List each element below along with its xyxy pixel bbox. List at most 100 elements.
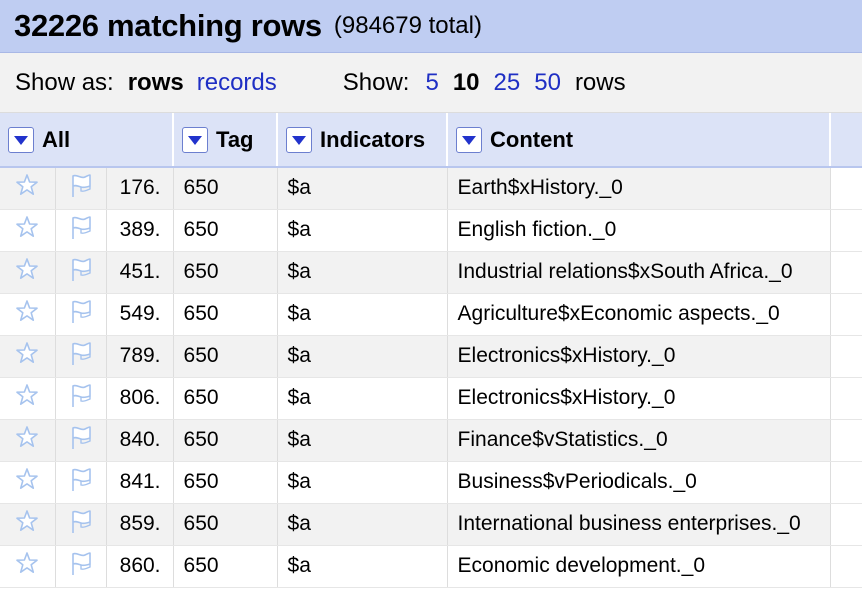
- star-icon[interactable]: [15, 341, 39, 371]
- star-icon[interactable]: [15, 425, 39, 455]
- page-size-50[interactable]: 50: [534, 69, 561, 97]
- content-cell: Agriculture$xEconomic aspects._0: [447, 293, 831, 336]
- flag-icon[interactable]: [68, 255, 94, 289]
- page-size-25[interactable]: 25: [494, 69, 521, 97]
- flag-icon[interactable]: [68, 549, 94, 583]
- flag-cell: [55, 503, 107, 546]
- tag-cell: 650: [173, 503, 278, 546]
- flag-icon[interactable]: [68, 213, 94, 247]
- row-spacer: [830, 293, 862, 336]
- mode-rows-option: rows: [127, 68, 184, 96]
- flag-icon[interactable]: [68, 381, 94, 415]
- star-cell: [0, 167, 56, 210]
- flag-cell: [55, 293, 107, 336]
- flag-icon[interactable]: [68, 297, 94, 331]
- table-row: 451. 650 $a Industrial relations$xSouth …: [0, 251, 862, 294]
- star-icon[interactable]: [15, 551, 39, 581]
- row-spacer: [830, 209, 862, 252]
- row-number: 840.: [106, 419, 174, 462]
- column-header-all: All: [0, 113, 175, 168]
- indicators-cell: $a: [277, 209, 448, 252]
- flag-icon[interactable]: [68, 423, 94, 457]
- show-label: Show:: [342, 68, 410, 96]
- column-label-indicators: Indicators: [320, 127, 426, 153]
- indicators-cell: $a: [277, 503, 448, 546]
- column-label-all: All: [42, 127, 71, 153]
- star-cell: [0, 461, 56, 504]
- content-cell: English fiction._0: [447, 209, 831, 252]
- row-spacer: [830, 335, 862, 378]
- indicators-cell: $a: [277, 293, 448, 336]
- content-cell: Finance$vStatistics._0: [447, 419, 831, 462]
- row-number: 549.: [106, 293, 174, 336]
- flag-icon[interactable]: [68, 339, 94, 373]
- tag-cell: 650: [173, 545, 278, 588]
- flag-cell: [55, 209, 107, 252]
- row-number: 806.: [106, 377, 174, 420]
- flag-icon[interactable]: [68, 465, 94, 499]
- row-spacer: [830, 545, 862, 588]
- star-cell: [0, 545, 56, 588]
- flag-cell: [55, 461, 107, 504]
- flag-cell: [55, 545, 107, 588]
- content-cell: Earth$xHistory._0: [447, 167, 831, 210]
- table-row: 789. 650 $a Electronics$xHistory._0: [0, 335, 862, 378]
- row-number: 176.: [106, 167, 174, 210]
- matching-rows-count: 32226 matching rows: [14, 8, 322, 43]
- tag-cell: 650: [173, 209, 278, 252]
- table-row: 806. 650 $a Electronics$xHistory._0: [0, 377, 862, 420]
- star-cell: [0, 209, 56, 252]
- mode-records-link[interactable]: records: [197, 69, 277, 97]
- dropdown-arrow-icon[interactable]: [456, 127, 483, 154]
- row-number: 841.: [106, 461, 174, 504]
- indicators-cell: $a: [277, 419, 448, 462]
- flag-icon[interactable]: [68, 507, 94, 541]
- star-icon[interactable]: [15, 257, 39, 287]
- dropdown-arrow-icon[interactable]: [286, 127, 313, 154]
- row-spacer: [830, 419, 862, 462]
- tag-cell: 650: [173, 377, 278, 420]
- tag-cell: 650: [173, 167, 278, 210]
- flag-cell: [55, 419, 107, 462]
- table-row: 840. 650 $a Finance$vStatistics._0: [0, 419, 862, 462]
- star-icon[interactable]: [15, 509, 39, 539]
- star-cell: [0, 251, 56, 294]
- table-row: 389. 650 $a English fiction._0: [0, 209, 862, 252]
- row-number: 859.: [106, 503, 174, 546]
- data-table: All Tag Indicators Content 176. 650 $a E…: [0, 113, 862, 588]
- indicators-cell: $a: [277, 461, 448, 504]
- tag-cell: 650: [173, 335, 278, 378]
- content-cell: Electronics$xHistory._0: [447, 335, 831, 378]
- star-icon[interactable]: [15, 467, 39, 497]
- summary-bar: 32226 matching rows (984679 total): [0, 0, 862, 53]
- row-number: 389.: [106, 209, 174, 252]
- star-icon[interactable]: [15, 383, 39, 413]
- table-row: 859. 650 $a International business enter…: [0, 503, 862, 546]
- dropdown-arrow-icon[interactable]: [8, 127, 34, 154]
- flag-cell: [55, 251, 107, 294]
- indicators-cell: $a: [277, 377, 448, 420]
- flag-cell: [55, 377, 107, 420]
- page-size-10: 10: [452, 68, 480, 96]
- content-cell: Business$vPeriodicals._0: [447, 461, 831, 504]
- flag-icon[interactable]: [68, 171, 94, 205]
- content-cell: Industrial relations$xSouth Africa._0: [447, 251, 831, 294]
- star-cell: [0, 377, 56, 420]
- row-spacer: [830, 461, 862, 504]
- row-spacer: [830, 167, 862, 210]
- star-icon[interactable]: [15, 299, 39, 329]
- indicators-cell: $a: [277, 545, 448, 588]
- tag-cell: 650: [173, 419, 278, 462]
- table-row: 860. 650 $a Economic development._0: [0, 545, 862, 588]
- star-icon[interactable]: [15, 215, 39, 245]
- total-rows-count: (984679 total): [333, 12, 482, 39]
- indicators-cell: $a: [277, 251, 448, 294]
- table-row: 549. 650 $a Agriculture$xEconomic aspect…: [0, 293, 862, 336]
- column-header-spacer: [830, 113, 862, 168]
- star-icon[interactable]: [15, 173, 39, 203]
- indicators-cell: $a: [277, 335, 448, 378]
- table-row: 841. 650 $a Business$vPeriodicals._0: [0, 461, 862, 504]
- page-size-5[interactable]: 5: [425, 69, 438, 97]
- row-number: 860.: [106, 545, 174, 588]
- dropdown-arrow-icon[interactable]: [182, 127, 209, 154]
